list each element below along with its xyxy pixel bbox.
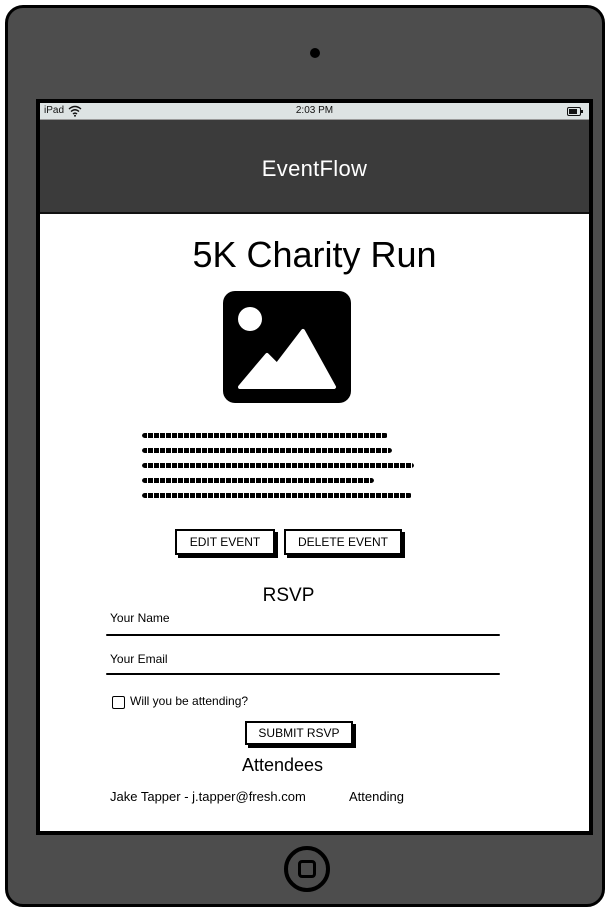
email-field[interactable]: Your Email xyxy=(110,652,168,666)
attending-checkbox-label[interactable]: Will you be attending? xyxy=(130,694,248,708)
image-placeholder-icon xyxy=(223,291,351,403)
description-line xyxy=(142,448,392,453)
edit-event-button[interactable]: EDIT EVENT xyxy=(175,529,275,555)
description-line xyxy=(142,493,412,498)
battery-icon xyxy=(567,107,583,116)
delete-event-button[interactable]: DELETE EVENT xyxy=(284,529,402,555)
home-square-icon xyxy=(298,860,316,878)
screen: iPad 2:03 PM EventFlow 5K Charity Run ED… xyxy=(36,99,593,835)
attending-checkbox[interactable] xyxy=(112,696,125,709)
email-field-underline xyxy=(106,673,500,675)
app-title: EventFlow xyxy=(261,156,368,181)
description-line xyxy=(142,478,374,483)
status-time: 2:03 PM xyxy=(295,105,334,116)
camera-icon xyxy=(310,48,320,58)
attendee-name: Jake Tapper - j.tapper@fresh.com xyxy=(110,789,306,804)
name-field-underline xyxy=(106,634,500,636)
event-title: 5K Charity Run xyxy=(192,234,437,275)
tablet-frame: iPad 2:03 PM EventFlow 5K Charity Run ED… xyxy=(5,5,605,907)
status-bar: iPad 2:03 PM xyxy=(40,103,589,120)
description-line xyxy=(142,433,388,438)
attendees-heading: Attendees xyxy=(241,755,324,775)
name-field[interactable]: Your Name xyxy=(110,611,170,625)
rsvp-heading: RSVP xyxy=(262,585,315,606)
submit-rsvp-button[interactable]: SUBMIT RSVP xyxy=(245,721,353,745)
event-description xyxy=(142,433,420,505)
attendee-status: Attending xyxy=(349,789,404,804)
description-line xyxy=(142,463,414,468)
home-button[interactable] xyxy=(284,846,330,892)
app-bar: EventFlow xyxy=(40,120,589,214)
